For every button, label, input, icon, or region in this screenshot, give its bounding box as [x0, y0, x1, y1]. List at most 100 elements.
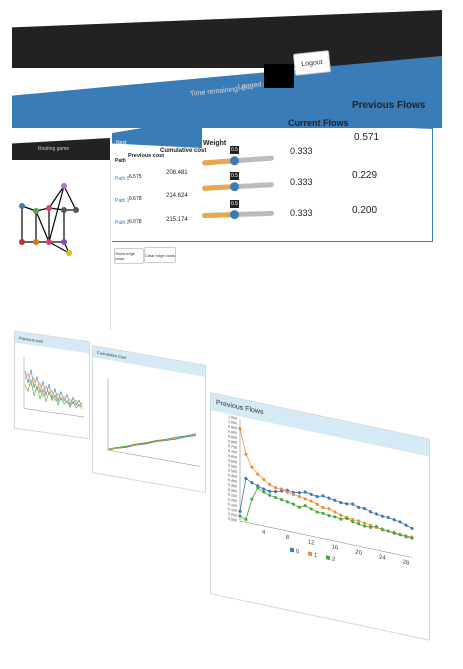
x-tick-label: 24 [379, 555, 386, 562]
clear-edge-costs-button[interactable]: Clear edge costs [144, 247, 176, 263]
data-point [244, 452, 248, 456]
graph-node [33, 239, 39, 245]
data-point [327, 513, 331, 518]
data-point [244, 476, 248, 481]
graph-node [61, 239, 67, 245]
header-weight: Weight [203, 140, 227, 147]
data-point [398, 532, 402, 537]
data-point [315, 502, 319, 506]
header-current-flows: Current Flows [288, 118, 349, 128]
row2-path-link[interactable]: Path 2 [115, 220, 129, 226]
data-point [339, 500, 343, 505]
data-point [410, 526, 414, 531]
series-line-2 [239, 487, 412, 539]
row1-current-flow: 0.333 [290, 177, 313, 187]
data-point [380, 514, 384, 518]
data-point [238, 514, 242, 518]
legend-swatch [326, 555, 330, 561]
x-tick-label: 4 [262, 530, 266, 537]
logout-button[interactable]: Logout [292, 50, 332, 76]
data-point [398, 520, 402, 524]
data-point [273, 486, 278, 490]
data-point [303, 504, 307, 508]
row0-weight-value: 0.5 [230, 146, 239, 154]
previous-cost-chart [23, 356, 84, 418]
series-line-0 [239, 477, 413, 529]
data-point [273, 489, 278, 494]
row0-path-link[interactable]: Path 0 [115, 176, 129, 182]
legend-label: 0 [296, 549, 300, 556]
data-point [268, 489, 272, 493]
data-point [303, 490, 307, 494]
data-point [256, 472, 260, 476]
x-axis [240, 520, 412, 558]
row1-weight-value: 0.5 [230, 172, 239, 180]
data-point [268, 482, 272, 487]
data-point [321, 511, 325, 515]
graph-node [46, 205, 52, 211]
header-previous-flows: Previous Flows [352, 100, 426, 111]
data-point [315, 494, 319, 499]
left-panel-title: Routing game [38, 146, 70, 152]
header-path: Path [115, 158, 126, 164]
data-point [333, 510, 337, 514]
graph-node [19, 203, 25, 209]
user-name-box [264, 64, 294, 88]
legend-swatch [290, 547, 294, 553]
legend-label: 2 [332, 557, 336, 564]
data-point [357, 522, 361, 526]
data-point [250, 465, 254, 469]
data-point [333, 515, 337, 519]
data-point [297, 505, 301, 509]
cumulative-cost-chart [107, 378, 200, 467]
data-point [321, 494, 325, 498]
data-point [386, 515, 390, 520]
data-point [309, 499, 313, 503]
data-point [362, 506, 367, 511]
graph-node [61, 183, 67, 189]
row1-previous-flow: 0.229 [352, 170, 378, 181]
data-point [339, 513, 343, 517]
legend-label: 1 [314, 553, 318, 560]
header-previous-cost: Previous cost [128, 153, 165, 159]
series-line-1 [239, 428, 412, 538]
data-point [297, 495, 301, 499]
data-point [392, 518, 396, 522]
data-point [262, 490, 266, 494]
data-point [262, 477, 266, 482]
row1-path-link[interactable]: Path 1 [115, 198, 129, 204]
row2-previous-flow: 0.200 [352, 205, 378, 216]
data-point [303, 497, 307, 501]
data-point [327, 496, 331, 500]
row0-prev-cost: 6.575 [129, 174, 142, 180]
graph-node [19, 239, 25, 245]
data-point [333, 498, 337, 502]
data-point [297, 491, 301, 495]
legend-swatch [308, 551, 312, 557]
data-point [315, 510, 319, 514]
network-graph [19, 183, 79, 256]
row1-cum-cost: 214.624 [166, 193, 188, 199]
data-point [279, 498, 284, 502]
row2-weight-value: 0.5 [230, 200, 239, 208]
data-point [345, 502, 349, 506]
data-point [321, 505, 325, 510]
data-point [357, 505, 361, 509]
data-point [404, 523, 408, 527]
data-point [374, 512, 379, 516]
data-point [291, 502, 295, 506]
show-edge-costs-button[interactable]: Show edge costs [114, 248, 144, 264]
data-point [268, 493, 272, 497]
data-point [250, 481, 254, 485]
graph-node [33, 208, 39, 214]
navbar [12, 10, 442, 68]
row2-current-flow: 0.333 [290, 208, 313, 218]
x-tick-label: 12 [308, 539, 315, 546]
data-point [362, 524, 367, 528]
graph-node [73, 207, 79, 213]
data-point [327, 507, 331, 511]
x-tick-label: 20 [355, 550, 362, 557]
row1-prev-cost: 6.678 [129, 196, 142, 202]
data-point [285, 500, 290, 504]
game-page: Time remaining: 0 Logged as: Logout Rout… [0, 0, 463, 669]
